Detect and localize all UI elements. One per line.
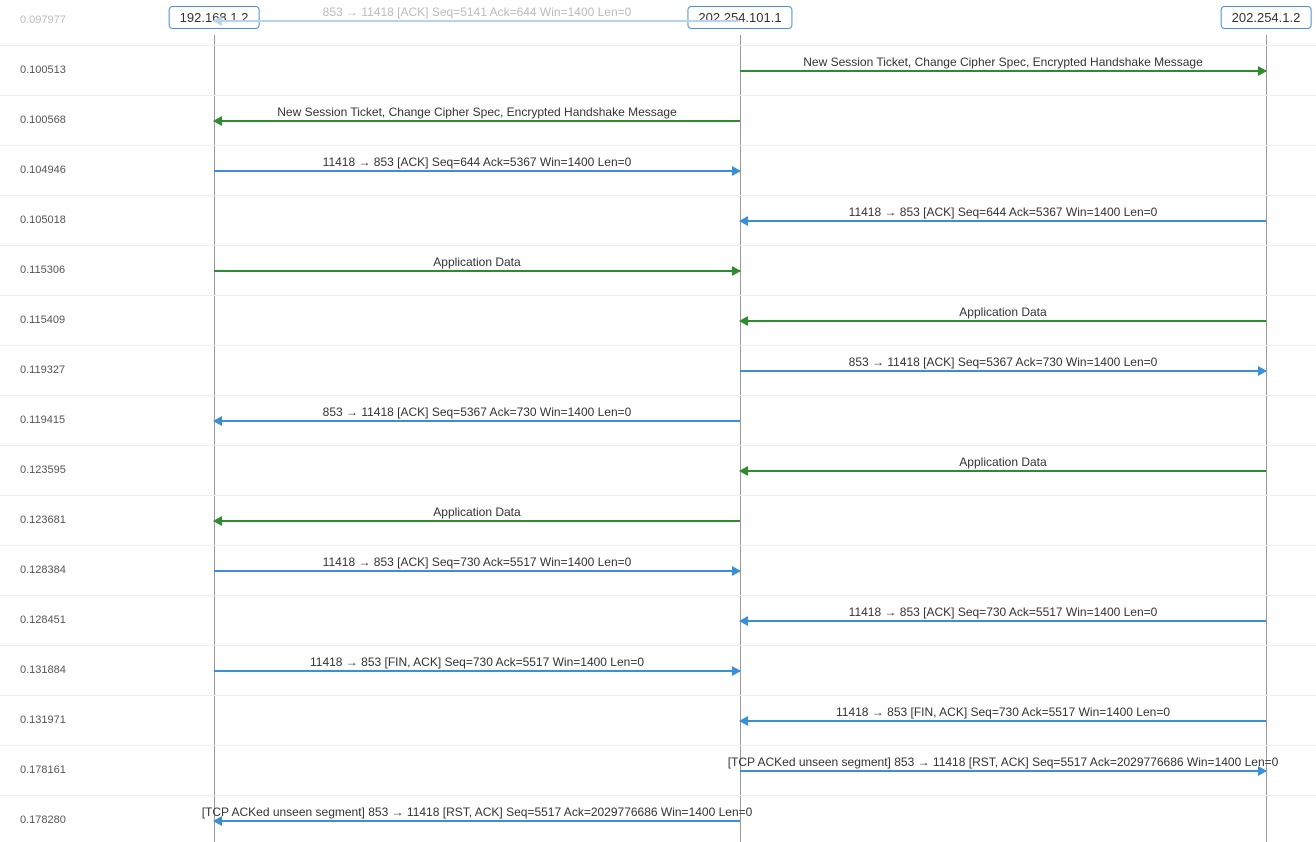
timestamp: 0.131884 (20, 664, 80, 676)
timestamp: 0.097977 (20, 14, 80, 26)
flow-label: [TCP ACKed unseen segment] 853 → 11418 [… (728, 755, 1279, 769)
row-separator (0, 695, 1316, 696)
flow-label: 853 → 11418 [ACK] Seq=5367 Ack=730 Win=1… (323, 405, 632, 419)
flow-arrow[interactable]: Application Data (740, 470, 1266, 472)
row-separator (0, 595, 1316, 596)
row-separator (0, 295, 1316, 296)
flow-label: 11418 → 853 [ACK] Seq=644 Ack=5367 Win=1… (323, 155, 632, 169)
timestamp: 0.115409 (20, 314, 80, 326)
row-separator (0, 95, 1316, 96)
flow-label: Application Data (959, 455, 1046, 469)
row-separator (0, 445, 1316, 446)
node-label-c[interactable]: 202.254.1.2 (1221, 6, 1312, 29)
timestamp: 0.178280 (20, 814, 80, 826)
flow-label: Application Data (433, 505, 520, 519)
flow-arrow[interactable]: 11418 → 853 [FIN, ACK] Seq=730 Ack=5517 … (214, 670, 740, 672)
arrow-head-icon (739, 616, 748, 626)
flow-arrow[interactable]: 853 → 11418 [ACK] Seq=5367 Ack=730 Win=1… (740, 370, 1266, 372)
arrow-head-icon (732, 266, 741, 276)
flow-label: 853 → 11418 [ACK] Seq=5141 Ack=644 Win=1… (323, 5, 632, 19)
row-separator (0, 495, 1316, 496)
row-separator (0, 795, 1316, 796)
row-separator (0, 45, 1316, 46)
arrow-head-icon (213, 516, 222, 526)
flow-diagram: 192.168.1.2202.254.101.1202.254.1.20.097… (0, 0, 1316, 842)
flow-label: 11418 → 853 [ACK] Seq=730 Ack=5517 Win=1… (323, 555, 632, 569)
timestamp: 0.123681 (20, 514, 80, 526)
arrow-head-icon (739, 466, 748, 476)
row-separator (0, 545, 1316, 546)
timestamp: 0.105018 (20, 214, 80, 226)
row-separator (0, 345, 1316, 346)
row-separator (0, 395, 1316, 396)
arrow-head-icon (732, 166, 741, 176)
flow-arrow[interactable]: 853 → 11418 [ACK] Seq=5141 Ack=644 Win=1… (214, 20, 740, 22)
flow-arrow[interactable]: [TCP ACKed unseen segment] 853 → 11418 [… (214, 820, 740, 822)
row-separator (0, 145, 1316, 146)
flow-label: Application Data (433, 255, 520, 269)
timestamp: 0.178161 (20, 764, 80, 776)
row-separator (0, 645, 1316, 646)
flow-arrow[interactable]: [TCP ACKed unseen segment] 853 → 11418 [… (740, 770, 1266, 772)
flow-arrow[interactable]: 11418 → 853 [FIN, ACK] Seq=730 Ack=5517 … (740, 720, 1266, 722)
arrow-head-icon (732, 666, 741, 676)
flow-label: 11418 → 853 [ACK] Seq=730 Ack=5517 Win=1… (849, 605, 1158, 619)
flow-arrow[interactable]: 11418 → 853 [ACK] Seq=644 Ack=5367 Win=1… (214, 170, 740, 172)
timestamp: 0.100513 (20, 64, 80, 76)
flow-label: [TCP ACKed unseen segment] 853 → 11418 [… (202, 805, 753, 819)
row-separator (0, 745, 1316, 746)
flow-arrow[interactable]: 11418 → 853 [ACK] Seq=644 Ack=5367 Win=1… (740, 220, 1266, 222)
lifeline-a (214, 35, 215, 842)
row-separator (0, 195, 1316, 196)
flow-arrow[interactable]: New Session Ticket, Change Cipher Spec, … (740, 70, 1266, 72)
arrow-head-icon (213, 16, 222, 26)
timestamp: 0.115306 (20, 264, 80, 276)
flow-label: 11418 → 853 [FIN, ACK] Seq=730 Ack=5517 … (310, 655, 644, 669)
arrow-head-icon (739, 216, 748, 226)
flow-label: New Session Ticket, Change Cipher Spec, … (277, 105, 677, 119)
flow-label: 11418 → 853 [FIN, ACK] Seq=730 Ack=5517 … (836, 705, 1170, 719)
flow-arrow[interactable]: 11418 → 853 [ACK] Seq=730 Ack=5517 Win=1… (214, 570, 740, 572)
flow-label: New Session Ticket, Change Cipher Spec, … (803, 55, 1203, 69)
flow-label: 11418 → 853 [ACK] Seq=644 Ack=5367 Win=1… (849, 205, 1158, 219)
flow-arrow[interactable]: New Session Ticket, Change Cipher Spec, … (214, 120, 740, 122)
flow-arrow[interactable]: Application Data (740, 320, 1266, 322)
flow-label: 853 → 11418 [ACK] Seq=5367 Ack=730 Win=1… (849, 355, 1158, 369)
flow-arrow[interactable]: Application Data (214, 520, 740, 522)
arrow-head-icon (1258, 66, 1267, 76)
timestamp: 0.104946 (20, 164, 80, 176)
flow-arrow[interactable]: 11418 → 853 [ACK] Seq=730 Ack=5517 Win=1… (740, 620, 1266, 622)
timestamp: 0.131971 (20, 714, 80, 726)
arrow-head-icon (1258, 366, 1267, 376)
timestamp: 0.100568 (20, 114, 80, 126)
flow-arrow[interactable]: Application Data (214, 270, 740, 272)
arrow-head-icon (213, 416, 222, 426)
timestamp: 0.123595 (20, 464, 80, 476)
timestamp: 0.128451 (20, 614, 80, 626)
arrow-head-icon (732, 566, 741, 576)
timestamp: 0.119415 (20, 414, 80, 426)
lifeline-c (1266, 35, 1267, 842)
arrow-head-icon (739, 716, 748, 726)
arrow-head-icon (739, 316, 748, 326)
timestamp: 0.119327 (20, 364, 80, 376)
flow-arrow[interactable]: 853 → 11418 [ACK] Seq=5367 Ack=730 Win=1… (214, 420, 740, 422)
row-separator (0, 245, 1316, 246)
timestamp: 0.128384 (20, 564, 80, 576)
node-label-b[interactable]: 202.254.101.1 (687, 6, 792, 29)
flow-label: Application Data (959, 305, 1046, 319)
arrow-head-icon (213, 116, 222, 126)
